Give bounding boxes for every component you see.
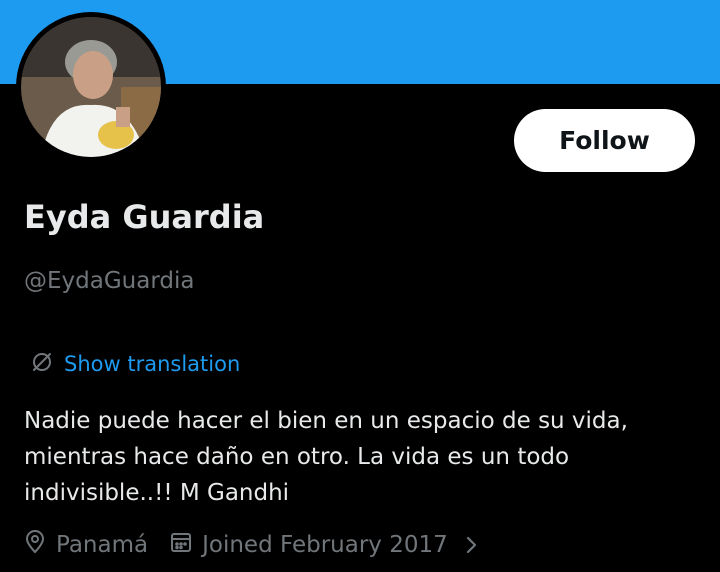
profile-bio: Nadie puede hacer el bien en un espacio … [24, 408, 628, 506]
joined-label: Joined February 2017 [202, 532, 448, 558]
profile-joined: Joined February 2017 [170, 531, 448, 559]
profile-location: Panamá [24, 530, 148, 560]
profile-handle: @EydaGuardia [24, 268, 195, 294]
translate-globe-icon [30, 350, 54, 378]
chevron-right-icon[interactable] [464, 534, 478, 556]
location-pin-icon [24, 530, 46, 560]
profile-name: Eyda Guardia [24, 198, 265, 236]
profile-meta: Panamá Joined February 2017 [24, 530, 478, 560]
follow-button[interactable]: Follow [514, 109, 695, 172]
show-translation-label: Show translation [64, 352, 241, 376]
avatar[interactable] [16, 12, 166, 162]
show-translation-link[interactable]: Show translation [30, 350, 240, 378]
avatar-photo [21, 17, 161, 157]
location-label: Panamá [56, 532, 149, 558]
calendar-icon [170, 531, 192, 559]
